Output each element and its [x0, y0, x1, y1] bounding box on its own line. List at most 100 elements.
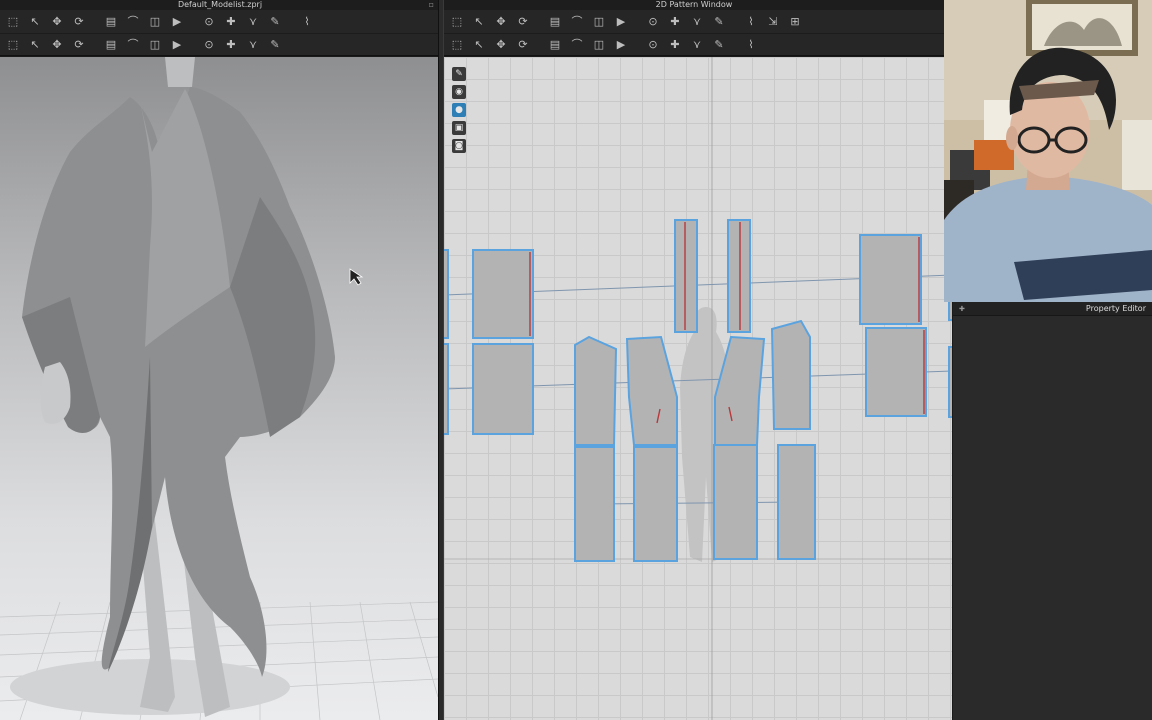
property-editor-header: ✚ Property Editor [953, 302, 1152, 316]
pattern-piece-sleeve-bottom[interactable] [472, 343, 534, 435]
3d-viewport[interactable] [0, 57, 438, 720]
webcam-overlay [944, 0, 1152, 302]
fold-arrange-icon[interactable]: ▤ [102, 37, 120, 53]
pin-box-icon[interactable]: ✥ [48, 37, 66, 53]
fold-icon[interactable]: ⋎ [244, 14, 262, 30]
pattern-piece[interactable] [948, 346, 952, 418]
toolbar-separator [732, 37, 738, 53]
toolbar-separator [634, 37, 640, 53]
pen-icon[interactable]: ✎ [266, 14, 284, 30]
graphic-icon[interactable]: ▶ [612, 37, 630, 53]
pattern-piece-back-left-upper[interactable] [574, 335, 618, 446]
toolbar-separator [190, 37, 196, 53]
3d-toolbar-row2: ⬚ ↖ ✥ ⟳ ▤ ⌒ ◫ ▶ ⊙ ✚ ⋎ ✎ [0, 34, 440, 56]
texture-icon[interactable]: ◫ [590, 37, 608, 53]
toolbar-separator [732, 14, 738, 30]
pattern-piece-sleeve-top[interactable] [472, 249, 534, 339]
toolbar-separator [288, 37, 294, 53]
rotate-icon[interactable]: ⟳ [70, 14, 88, 30]
toolbar-separator [92, 14, 98, 30]
seam-icon[interactable]: ⬚ [448, 37, 466, 53]
camera-icon[interactable]: ◙ [452, 139, 466, 153]
measure-2d-icon[interactable]: ✚ [666, 37, 684, 53]
tack-2d-icon[interactable]: ✥ [492, 37, 510, 53]
topstitch-icon[interactable]: ⊙ [644, 37, 662, 53]
edit-curve-icon[interactable]: ✥ [492, 14, 510, 30]
cloth-icon[interactable]: ▤ [102, 14, 120, 30]
3d-garment-window: Default_Modelist.zprj ▫ ⬚ ↖ ✥ ⟳ ▤ ⌒ ◫ ▶ ⊙ ✚ ⋎ ✎ ⌇ ⬚ ↖… [0, 0, 440, 720]
show-icon[interactable]: ⋎ [244, 37, 262, 53]
2d-window-titlebar: 2D Pattern Window [444, 0, 944, 10]
brush-icon[interactable]: ⌇ [298, 14, 316, 30]
fabric-icon[interactable]: ⌒ [568, 37, 586, 53]
fold-2d-icon[interactable]: ⟳ [514, 37, 532, 53]
2d-pattern-window: 2D Pattern Window ⬚ ↖ ✥ ⟳ ▤ ⌒ ◫ ▶ ⊙ ✚ ⋎ ✎ ⌇ ⇲ ⊞ ⬚ ↖ ✥ ⟳ ▤ ⌒… [444, 0, 952, 720]
sphere-icon[interactable]: ◫ [146, 37, 164, 53]
segment-icon[interactable]: ✚ [666, 14, 684, 30]
pattern-layout [444, 57, 952, 720]
toolbar-separator [92, 37, 98, 53]
3d-window-titlebar: Default_Modelist.zprj ▫ [0, 0, 440, 10]
notch-icon[interactable]: ⊙ [644, 14, 662, 30]
transform-icon[interactable]: ↖ [26, 14, 44, 30]
overlay-icon[interactable]: ▣ [452, 121, 466, 135]
toolbar-separator [536, 14, 542, 30]
toolbar-separator [190, 14, 196, 30]
pattern-piece-collar[interactable] [727, 219, 751, 333]
flip-icon[interactable]: ▶ [612, 14, 630, 30]
brush-tool-icon[interactable]: ✎ [452, 67, 466, 81]
fabric-dot-icon[interactable]: ● [452, 103, 466, 117]
gizmo-icon[interactable]: ↖ [26, 37, 44, 53]
pattern-piece-back-right-lower[interactable] [777, 444, 816, 560]
move-icon[interactable]: ✥ [48, 14, 66, 30]
pattern-piece-front-right-lower[interactable] [713, 444, 758, 560]
pin-2d-icon[interactable]: ⊞ [786, 14, 804, 30]
pattern-piece-front-left-upper[interactable] [625, 335, 678, 446]
pattern-piece[interactable] [444, 249, 449, 339]
2d-side-toolbar: ✎ ◉ ● ▣ ◙ [452, 67, 466, 153]
pattern-piece-collar[interactable] [674, 219, 698, 333]
free-seam-icon[interactable]: ↖ [470, 37, 488, 53]
grading-icon[interactable]: ⌇ [742, 14, 760, 30]
3d-window-title: Default_Modelist.zprj [177, 0, 263, 9]
pattern-piece-back-right-upper[interactable] [770, 319, 811, 430]
pin-panel-icon[interactable]: ✚ [959, 305, 965, 313]
text-edit-icon[interactable]: ✎ [710, 14, 728, 30]
transform-pattern-icon[interactable]: ⬚ [448, 14, 466, 30]
2d-toolbar-row2: ⬚ ↖ ✥ ⟳ ▤ ⌒ ◫ ▶ ⊙ ✚ ⋎ ✎ ⌇ [444, 34, 944, 56]
hide-icon[interactable]: ✎ [266, 37, 284, 53]
arrange-icon[interactable]: ▤ [546, 37, 564, 53]
simulate-icon[interactable]: ▶ [168, 14, 186, 30]
symmetry-icon[interactable]: ⇲ [764, 14, 782, 30]
dart-icon[interactable]: ⌒ [568, 14, 586, 30]
pattern-piece-back-left-lower[interactable] [574, 446, 615, 562]
hook-icon[interactable]: ⟳ [70, 37, 88, 53]
pattern-piece-sleeve-right-bottom[interactable] [865, 327, 927, 417]
pattern-piece-sleeve-right-top[interactable] [859, 234, 922, 325]
maximize-icon[interactable]: ▫ [429, 0, 434, 10]
avatar-view-icon[interactable]: ◉ [452, 85, 466, 99]
layer-icon[interactable]: ◫ [146, 14, 164, 30]
pattern-piece[interactable] [444, 343, 449, 435]
snap-icon[interactable]: ⌒ [124, 37, 142, 53]
2d-window-title: 2D Pattern Window [655, 0, 733, 9]
trace-icon[interactable]: ◫ [590, 14, 608, 30]
avatar-icon[interactable]: ▶ [168, 37, 186, 53]
edit-point-icon[interactable]: ↖ [470, 14, 488, 30]
select-box-icon[interactable]: ⬚ [4, 14, 22, 30]
rectangle-icon[interactable]: ⟳ [514, 14, 532, 30]
2d-pattern-canvas[interactable]: ✎ ◉ ● ▣ ◙ [444, 57, 952, 720]
internal-shape-icon[interactable]: ▤ [546, 14, 564, 30]
pin-icon[interactable]: ⊙ [200, 14, 218, 30]
ruler-icon[interactable]: ⋎ [688, 37, 706, 53]
cut-icon[interactable]: ⊙ [200, 37, 218, 53]
zipper-icon[interactable]: ⌇ [742, 37, 760, 53]
toolbar-separator [536, 37, 542, 53]
pattern-piece-front-left-lower[interactable] [633, 446, 678, 562]
text-icon[interactable]: ⋎ [688, 14, 706, 30]
elastic-icon[interactable]: ✎ [710, 37, 728, 53]
paste-icon[interactable]: ✚ [222, 37, 240, 53]
bend-icon[interactable]: ⌒ [124, 14, 142, 30]
measure-icon[interactable]: ⬚ [4, 37, 22, 53]
tack-icon[interactable]: ✚ [222, 14, 240, 30]
